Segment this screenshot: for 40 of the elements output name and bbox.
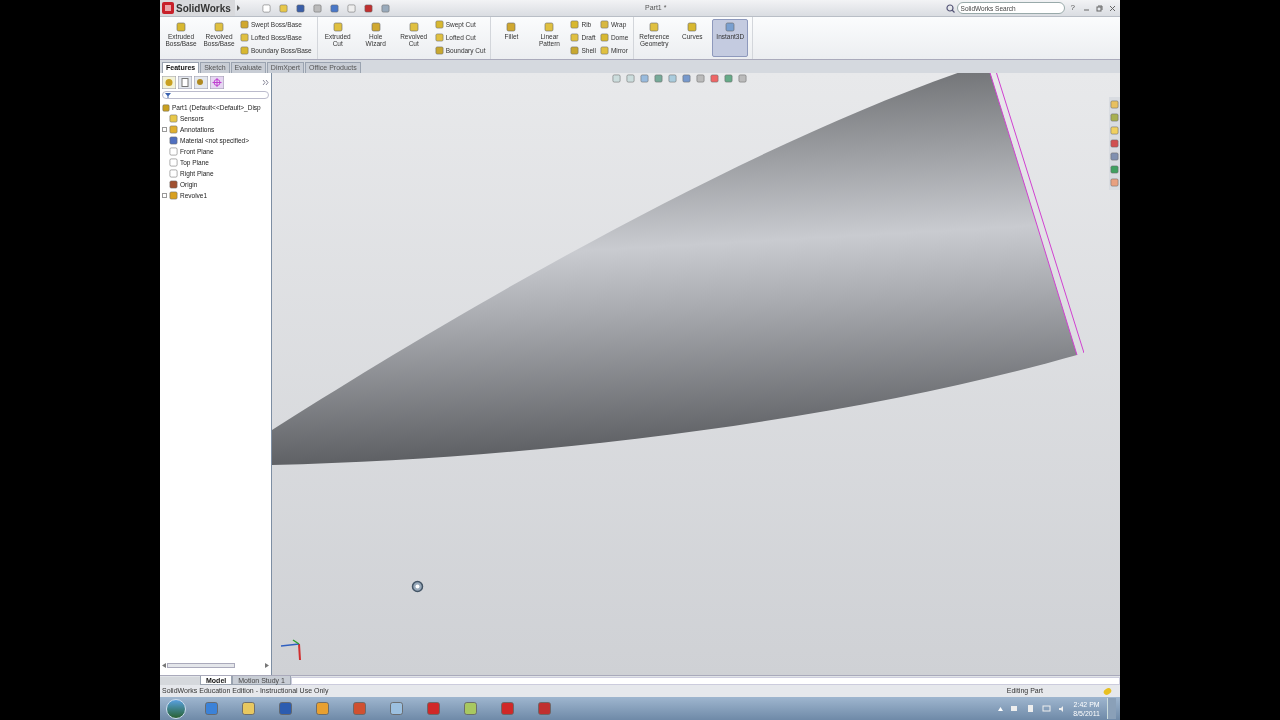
expand-toggle[interactable] <box>162 193 167 198</box>
restore-icon[interactable] <box>1096 4 1103 12</box>
tree-node-icon <box>169 114 178 123</box>
expand-chevron-icon[interactable] <box>262 79 269 86</box>
tree-node-icon <box>169 169 178 178</box>
feature-icon <box>544 22 555 32</box>
tree-node-icon <box>169 136 178 145</box>
tree-node-icon <box>169 180 178 189</box>
feature-tree-tab-icon[interactable] <box>162 76 176 89</box>
help-button[interactable]: ? <box>1070 2 1075 14</box>
feature-icon <box>408 22 419 32</box>
feature-icon <box>214 22 224 32</box>
logo[interactable]: SolidWorks <box>160 0 235 16</box>
feature-icon <box>332 22 343 32</box>
feature-icon <box>687 22 698 32</box>
tree-node-icon <box>169 125 178 134</box>
tree-node-icon <box>169 147 178 156</box>
tree-node-icon <box>169 191 178 200</box>
search-icon <box>945 3 955 13</box>
close-icon[interactable] <box>1109 4 1116 12</box>
configuration-tab-icon[interactable] <box>194 76 208 89</box>
expand-toggle[interactable] <box>162 127 167 132</box>
tray-expand-icon[interactable] <box>998 706 1004 711</box>
show-desktop-button[interactable] <box>1107 698 1116 719</box>
property-tab-icon[interactable] <box>178 76 192 89</box>
tree-node-icon <box>169 158 178 167</box>
feature-icon <box>725 22 736 32</box>
solidworks-badge-icon <box>162 2 174 14</box>
feature-icon <box>176 22 186 32</box>
feature-icon <box>506 22 517 32</box>
rotate-cursor-icon <box>411 580 424 593</box>
feature-icon <box>649 22 660 32</box>
start-button[interactable] <box>166 698 186 719</box>
feature-icon <box>370 22 381 32</box>
logo-text: SolidWorks <box>176 1 231 16</box>
horizontal-scrollbar[interactable] <box>167 663 235 668</box>
scroll-right-icon[interactable] <box>265 663 269 668</box>
crosshair-tab-icon[interactable] <box>210 76 224 89</box>
menu-arrow-icon[interactable] <box>237 5 240 11</box>
filter-icon <box>165 92 171 98</box>
